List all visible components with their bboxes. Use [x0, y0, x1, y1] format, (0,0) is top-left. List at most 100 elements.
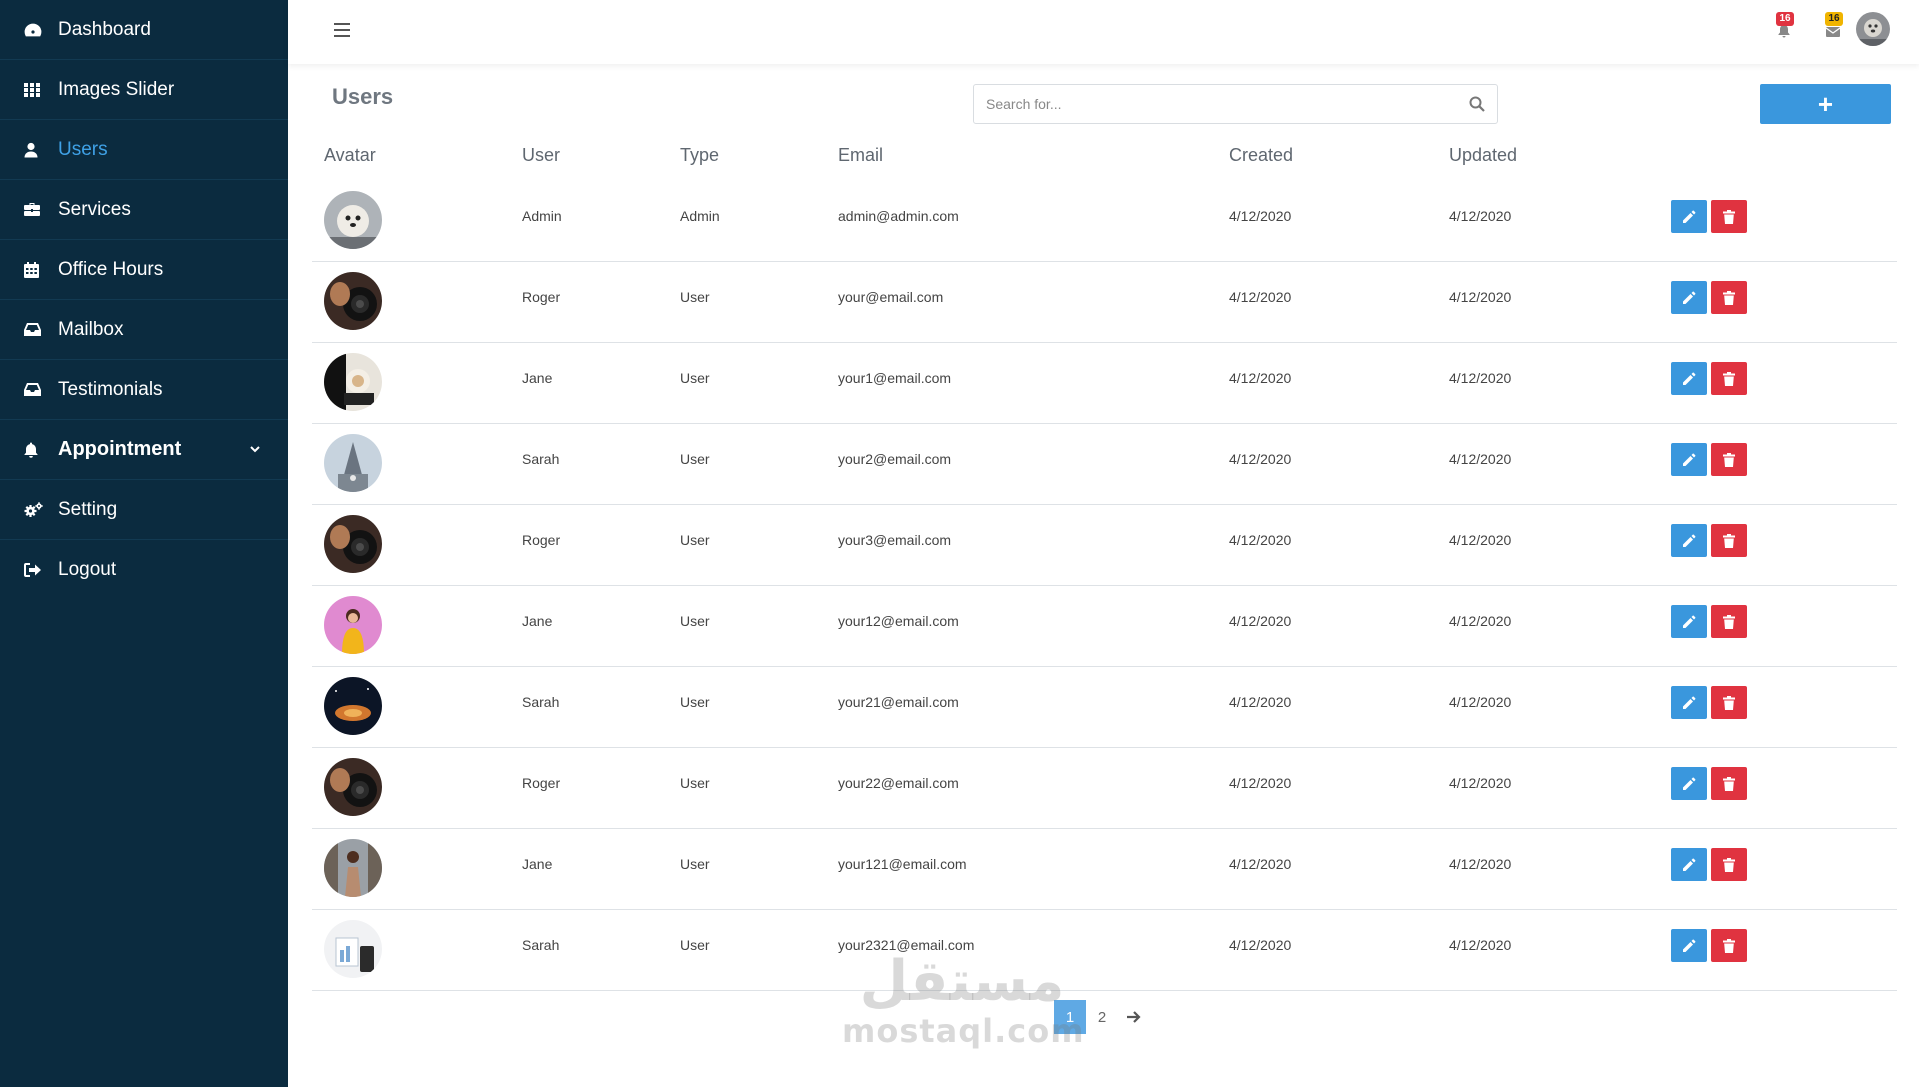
- delete-button[interactable]: [1711, 605, 1747, 638]
- delete-button[interactable]: [1711, 767, 1747, 800]
- sidebar-item-label: Logout: [58, 559, 117, 580]
- sidebar-item-dashboard[interactable]: Dashboard: [0, 0, 288, 60]
- edit-button[interactable]: [1671, 686, 1707, 719]
- avatar: [324, 191, 382, 249]
- cell-updated: 4/12/2020: [1449, 289, 1512, 305]
- avatar: [324, 434, 382, 492]
- edit-button[interactable]: [1671, 200, 1707, 233]
- cell-created: 4/12/2020: [1229, 532, 1292, 548]
- sidebar-item-users[interactable]: Users: [0, 120, 288, 180]
- sidebar-item-label: Dashboard: [58, 18, 151, 40]
- messages-badge: 16: [1825, 12, 1843, 26]
- cell-user: Sarah: [522, 937, 560, 953]
- sidebar-item-testimonials[interactable]: Testimonials: [0, 360, 288, 420]
- sidebar-item-logout[interactable]: Logout: [0, 540, 288, 600]
- table-row: Roger User your3@email.com 4/12/2020 4/1…: [312, 505, 1897, 586]
- sidebar-item-label: Testimonials: [58, 378, 163, 400]
- cell-type: User: [680, 937, 710, 953]
- edit-button[interactable]: [1671, 848, 1707, 881]
- add-user-button[interactable]: +: [1760, 84, 1891, 124]
- messages-button[interactable]: 16: [1821, 12, 1845, 42]
- edit-button[interactable]: [1671, 767, 1707, 800]
- cell-updated: 4/12/2020: [1449, 856, 1512, 872]
- edit-button[interactable]: [1671, 362, 1707, 395]
- pencil-icon: [1683, 696, 1696, 709]
- trash-icon: [1723, 938, 1735, 953]
- sidebar-item-mailbox[interactable]: Mailbox: [0, 300, 288, 360]
- cell-type: User: [680, 370, 710, 386]
- cell-created: 4/12/2020: [1229, 775, 1292, 791]
- cell-email: your1@email.com: [838, 370, 952, 386]
- delete-button[interactable]: [1711, 524, 1747, 557]
- user-avatar[interactable]: [1856, 12, 1890, 46]
- next-page-button[interactable]: [1118, 1000, 1150, 1034]
- page-2-button[interactable]: 2: [1086, 1000, 1118, 1034]
- cell-email: your2@email.com: [838, 451, 952, 467]
- pencil-icon: [1683, 858, 1696, 871]
- sidebar-item-images-slider[interactable]: Images Slider: [0, 60, 288, 120]
- cell-type: User: [680, 775, 710, 791]
- chevron-down-icon: [250, 446, 260, 453]
- cell-created: 4/12/2020: [1229, 937, 1292, 953]
- edit-button[interactable]: [1671, 605, 1707, 638]
- sidebar-item-services[interactable]: Services: [0, 180, 288, 240]
- user-icon: [24, 140, 54, 160]
- sidebar-item-label: Appointment: [58, 438, 182, 460]
- cell-email: your12@email.com: [838, 613, 959, 629]
- cell-updated: 4/12/2020: [1449, 208, 1512, 224]
- sidebar-item-appointment[interactable]: Appointment: [0, 420, 288, 480]
- notifications-button[interactable]: 16: [1772, 12, 1796, 42]
- cell-created: 4/12/2020: [1229, 370, 1292, 386]
- inbox-icon: [24, 380, 54, 400]
- column-header-email: Email: [838, 145, 884, 165]
- delete-button[interactable]: [1711, 281, 1747, 314]
- cell-user: Jane: [522, 856, 553, 872]
- pencil-icon: [1683, 453, 1696, 466]
- cogs-icon: [24, 500, 54, 520]
- cell-type: User: [680, 289, 710, 305]
- edit-button[interactable]: [1671, 929, 1707, 962]
- page-1-button[interactable]: 1: [1054, 1000, 1086, 1034]
- arrow-right-icon: [1127, 1011, 1141, 1023]
- delete-button[interactable]: [1711, 443, 1747, 476]
- cell-user: Roger: [522, 775, 561, 791]
- cell-email: your22@email.com: [838, 775, 959, 791]
- sidebar-item-label: Mailbox: [58, 318, 124, 340]
- cell-type: User: [680, 532, 710, 548]
- cell-created: 4/12/2020: [1229, 856, 1292, 872]
- column-header-avatar: Avatar: [324, 145, 376, 165]
- search-input[interactable]: [974, 85, 1444, 123]
- sidebar-item-office-hours[interactable]: Office Hours: [0, 240, 288, 300]
- cell-updated: 4/12/2020: [1449, 694, 1512, 710]
- table-row: Admin Admin admin@admin.com 4/12/2020 4/…: [312, 181, 1897, 262]
- cell-user: Sarah: [522, 451, 560, 467]
- avatar: [324, 920, 382, 978]
- delete-button[interactable]: [1711, 848, 1747, 881]
- edit-button[interactable]: [1671, 443, 1707, 476]
- search-box: [973, 84, 1498, 124]
- trash-icon: [1723, 371, 1735, 386]
- column-header-type: Type: [680, 145, 720, 165]
- sidebar-item-setting[interactable]: Setting: [0, 480, 288, 540]
- table-row: Roger User your@email.com 4/12/2020 4/12…: [312, 262, 1897, 343]
- avatar: [324, 677, 382, 735]
- delete-button[interactable]: [1711, 929, 1747, 962]
- edit-button[interactable]: [1671, 524, 1707, 557]
- search-icon[interactable]: [1469, 96, 1485, 112]
- cell-email: your121@email.com: [838, 856, 967, 872]
- menu-toggle-icon[interactable]: [334, 23, 350, 37]
- table-row: Sarah User your2@email.com 4/12/2020 4/1…: [312, 424, 1897, 505]
- cell-created: 4/12/2020: [1229, 694, 1292, 710]
- trash-icon: [1723, 695, 1735, 710]
- trash-icon: [1723, 290, 1735, 305]
- cell-created: 4/12/2020: [1229, 613, 1292, 629]
- edit-button[interactable]: [1671, 281, 1707, 314]
- grid-icon: [24, 80, 54, 100]
- delete-button[interactable]: [1711, 200, 1747, 233]
- delete-button[interactable]: [1711, 686, 1747, 719]
- delete-button[interactable]: [1711, 362, 1747, 395]
- table-row: Jane User your121@email.com 4/12/2020 4/…: [312, 829, 1897, 910]
- cell-user: Roger: [522, 532, 561, 548]
- pencil-icon: [1683, 939, 1696, 952]
- table-row: Jane User your1@email.com 4/12/2020 4/12…: [312, 343, 1897, 424]
